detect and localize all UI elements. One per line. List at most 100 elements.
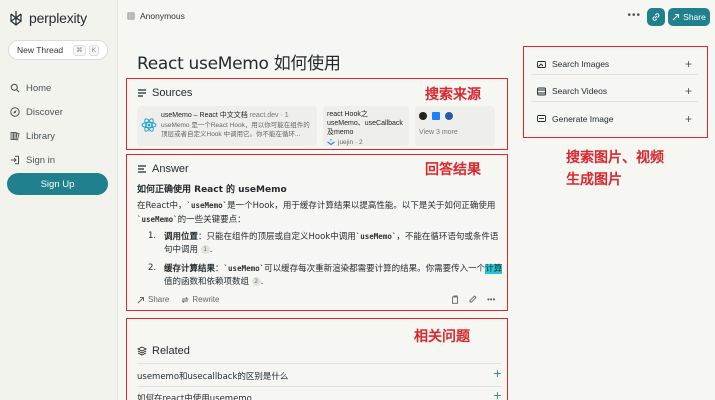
share-icon	[137, 296, 144, 303]
related-question[interactable]: usememo和usecallback的区别是什么 +	[137, 368, 502, 382]
related-icon	[137, 346, 147, 356]
answer-annotation: 回答结果	[425, 162, 481, 178]
copy-link-button[interactable]	[647, 8, 665, 26]
search-images-button[interactable]: Search Images +	[531, 54, 698, 75]
sidebar-nav: Home Discover Library Sign in	[10, 76, 63, 172]
answer-list-item: 1. 调用位置：只能在组件的顶层或自定义Hook中调用`useMemo`，不能在…	[148, 231, 499, 255]
source-site: react.dev · 1	[249, 112, 289, 119]
share-answer-label: Share	[148, 295, 170, 304]
citation-badge[interactable]: 2	[251, 277, 261, 286]
share-icon	[672, 13, 680, 21]
rewrite-button[interactable]: Rewrite	[181, 295, 219, 304]
answer-text: 值的函数和依赖项数组	[164, 277, 250, 287]
related-question-label: 如何在react中使用usememo	[137, 394, 252, 400]
user-indicator: Anonymous	[127, 11, 185, 21]
inline-code: `useMemo`	[223, 264, 265, 273]
plus-icon: +	[684, 84, 692, 98]
perplexity-logo-icon	[10, 11, 22, 26]
search-videos-button[interactable]: Search Videos +	[531, 81, 698, 102]
sidebar-item-sign-in[interactable]: Sign in	[10, 148, 63, 172]
juejin-icon	[432, 112, 440, 120]
answer-tools: •••	[451, 295, 495, 304]
answer-icon	[138, 165, 146, 173]
search-videos-label: Search Videos	[552, 86, 608, 96]
user-label: Anonymous	[140, 11, 185, 21]
edit-icon[interactable]	[469, 295, 477, 303]
answer-text: 可以缓存每次重新渲染都需要计算的结果。你需要传入一个	[264, 264, 486, 274]
view-more-label: View 3 more	[419, 129, 458, 136]
inline-code: `useMemo`	[186, 201, 228, 210]
search-icon	[10, 83, 20, 93]
search-images-label: Search Images	[552, 59, 610, 69]
image-icon	[537, 60, 546, 68]
plus-icon: +	[684, 111, 692, 126]
source-title-text: useMemo – React 中文文档	[161, 112, 248, 119]
media-annotation-line2: 生成图片	[566, 172, 622, 188]
answer-actions: Share Rewrite	[137, 295, 219, 304]
answer-heading-label: Answer	[152, 163, 189, 175]
page-title: React useMemo 如何使用	[137, 54, 341, 74]
video-icon	[537, 87, 546, 95]
answer-text: 是一个Hook，用于缓存计算结果以提高性能。以下是关于如何正确使用	[227, 201, 496, 211]
answer-heading: Answer	[137, 163, 189, 175]
sidebar-item-home[interactable]: Home	[10, 76, 63, 100]
new-thread-label: New Thread	[17, 45, 64, 55]
source-card[interactable]: react Hook之useMemo、useCallback及memo juej…	[323, 106, 409, 146]
list-number: 1.	[148, 231, 157, 241]
brand-name: perplexity	[29, 10, 87, 26]
list-number: 2.	[148, 263, 157, 273]
source-title: react Hook之useMemo、useCallback及memo	[327, 111, 403, 136]
source-title: useMemo – React 中文文档 react.dev · 1	[161, 110, 313, 120]
sidebar-item-label: Home	[26, 82, 52, 94]
divider	[137, 386, 502, 387]
related-heading: Related	[137, 345, 190, 357]
related-question[interactable]: 如何在react中使用usememo +	[137, 389, 502, 400]
plus-icon: +	[684, 57, 692, 71]
shortcut-hint: ⌘ K	[73, 44, 99, 56]
more-icon[interactable]: •••	[487, 295, 495, 304]
answer-text: 的一些关键要点：	[177, 215, 246, 225]
answer-list-item: 2. 缓存计算结果：`useMemo`可以缓存每次重新渲染都需要计算的结果。你需…	[148, 263, 503, 287]
more-options-button[interactable]: •••	[627, 10, 641, 21]
source-snippet: useMemo 是一个React Hook，用以你可能在组件的顶层或者自定义Ho…	[161, 122, 310, 138]
view-more-sources[interactable]: View 3 more	[415, 106, 495, 146]
text-highlight: 计算	[485, 264, 503, 274]
inline-code: `useMemo`	[355, 232, 397, 241]
top-bar: Anonymous ••• Share	[119, 0, 715, 34]
list-bold: 缓存计算结果	[164, 264, 216, 274]
sidebar-item-library[interactable]: Library	[10, 124, 63, 148]
sidebar-item-label: Sign in	[26, 154, 56, 166]
share-answer-button[interactable]: Share	[137, 295, 169, 304]
github-icon	[419, 112, 427, 120]
sidebar-item-label: Discover	[26, 106, 63, 118]
shortcut-key: K	[88, 44, 99, 56]
related-question-label: usememo和usecallback的区别是什么	[137, 372, 289, 382]
logo[interactable]: perplexity	[8, 10, 87, 26]
sign-up-button[interactable]: Sign Up	[7, 173, 108, 195]
citation-badge[interactable]: 1	[200, 245, 210, 254]
generate-image-label: Generate Image	[552, 113, 614, 124]
divider	[137, 363, 502, 364]
site-icon	[445, 112, 453, 120]
answer-intro: 在React中，`useMemo`是一个Hook，用于缓存计算结果以提高性能。以…	[137, 199, 502, 227]
sources-icon	[138, 89, 146, 97]
answer-subheading: 如何正确使用 React 的 useMemo	[137, 185, 287, 195]
new-thread-button[interactable]: New Thread ⌘ K	[8, 40, 108, 60]
generate-image-button[interactable]: Generate Image +	[531, 108, 698, 129]
share-label: Share	[683, 12, 706, 22]
link-icon	[652, 13, 660, 21]
source-favicons	[419, 112, 491, 120]
rewrite-icon	[181, 296, 190, 303]
source-site: juejin · 2	[327, 139, 405, 146]
plus-icon: +	[492, 389, 502, 400]
source-card[interactable]: useMemo – React 中文文档 react.dev · 1 useMe…	[137, 106, 317, 146]
share-button[interactable]: Share	[668, 8, 710, 26]
inline-code: `useMemo`	[137, 215, 178, 224]
related-heading-label: Related	[152, 345, 190, 357]
copy-icon[interactable]	[451, 295, 459, 304]
generate-icon	[537, 115, 546, 122]
shortcut-key: ⌘	[73, 44, 86, 56]
sidebar-item-discover[interactable]: Discover	[10, 100, 63, 124]
sources-heading: Sources	[137, 87, 192, 99]
sidebar: perplexity New Thread ⌘ K Home Discover …	[0, 0, 118, 400]
